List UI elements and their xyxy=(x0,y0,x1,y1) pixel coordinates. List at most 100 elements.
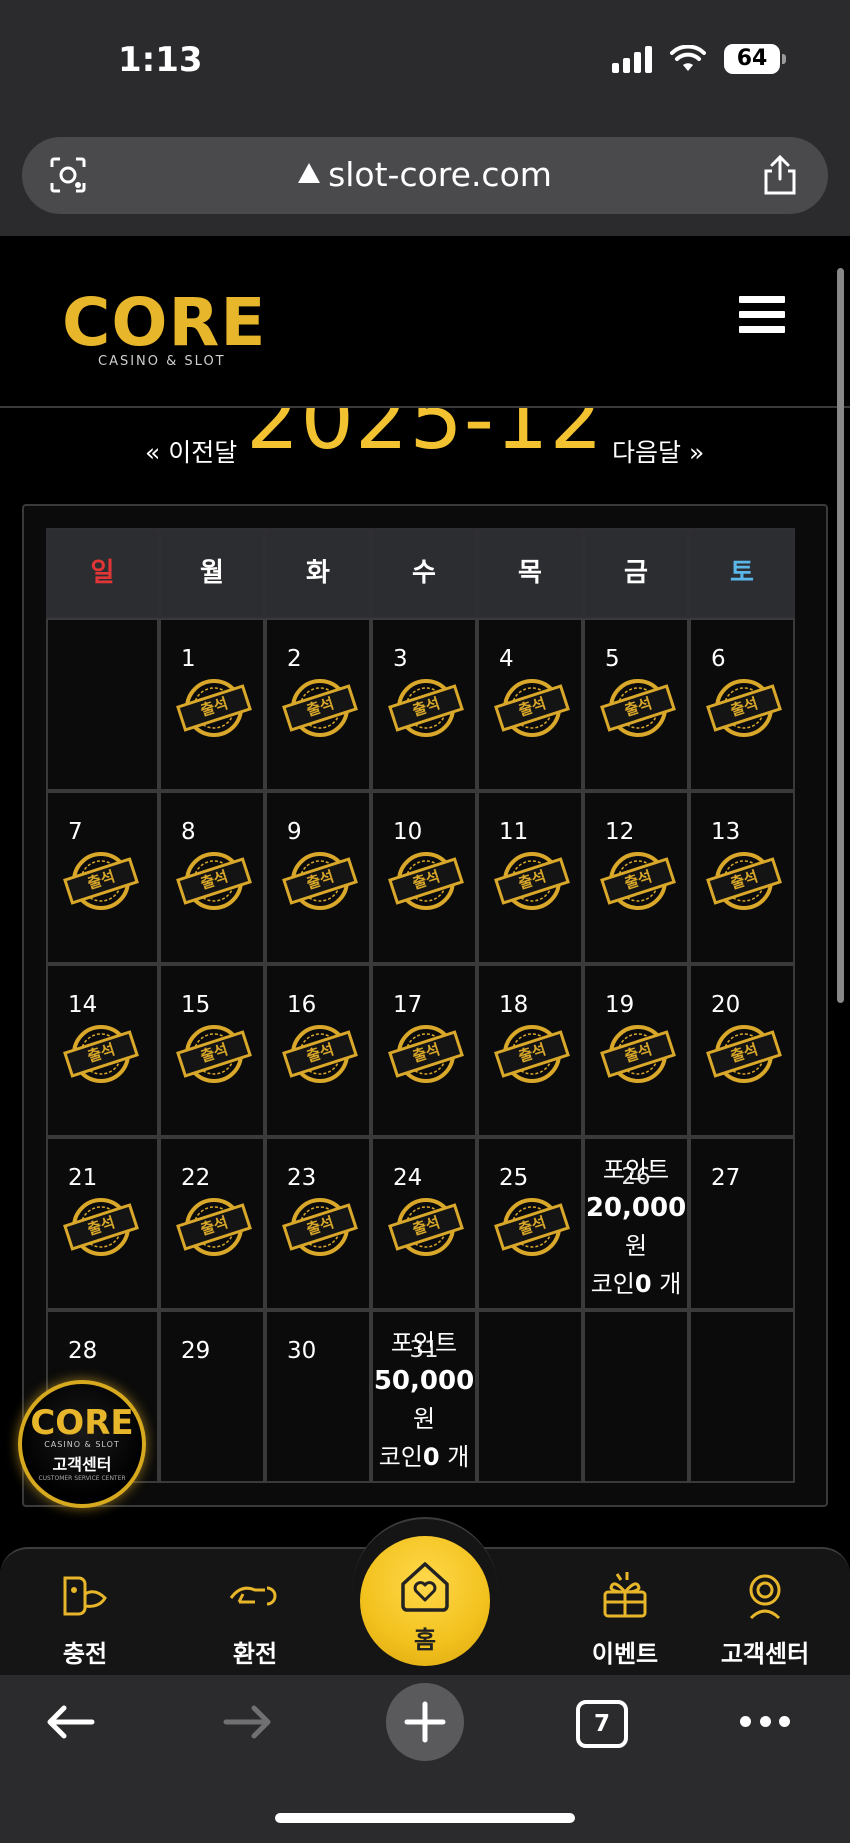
day-number: 20 xyxy=(711,992,741,1018)
attendance-stamp: 출석 xyxy=(282,1193,358,1259)
day-number: 8 xyxy=(181,819,196,845)
floating-customer-center-button[interactable]: CORE CASINO & SLOT 고객센터 CUSTOMER SERVICE… xyxy=(18,1380,146,1508)
calendar-day-cell[interactable]: 5 출석 xyxy=(583,618,689,791)
points-amount: 50,000 xyxy=(373,1366,475,1396)
more-options-icon[interactable] xyxy=(740,1716,790,1728)
attendance-stamp: 출석 xyxy=(600,847,676,913)
calendar-day-cell[interactable]: 30 xyxy=(265,1310,371,1483)
attendance-stamp: 출석 xyxy=(706,847,782,913)
calendar-day-cell[interactable]: 21 출석 xyxy=(46,1137,159,1310)
calendar-day-cell[interactable]: 15 출석 xyxy=(159,964,265,1137)
calendar-day-cell[interactable]: 6 출석 xyxy=(689,618,795,791)
calendar-day-cell[interactable]: 22 출석 xyxy=(159,1137,265,1310)
calendar-day-cell xyxy=(46,618,159,791)
attendance-stamp: 출석 xyxy=(388,1193,464,1259)
core-logo[interactable]: CORE CASINO & SLOT xyxy=(62,284,267,370)
day-number: 30 xyxy=(287,1338,317,1364)
calendar-day-cell xyxy=(689,1310,795,1483)
calendar-day-cell[interactable]: 16 출석 xyxy=(265,964,371,1137)
day-number: 3 xyxy=(393,646,408,672)
calendar-day-cell[interactable]: 8 출석 xyxy=(159,791,265,964)
tab-event[interactable]: 이벤트 xyxy=(560,1568,690,1669)
status-icons: 64 xyxy=(612,44,786,74)
new-tab-button[interactable] xyxy=(386,1683,464,1761)
calendar-day-cell[interactable]: 13 출석 xyxy=(689,791,795,964)
attendance-stamp: 출석 xyxy=(494,674,570,740)
day-number: 25 xyxy=(499,1165,529,1191)
attendance-stamp: 출석 xyxy=(176,1020,252,1086)
url-display[interactable]: slot-core.com xyxy=(22,155,828,194)
back-arrow-icon[interactable] xyxy=(42,1700,98,1744)
fc-tiny-text: CUSTOMER SERVICE CENTER xyxy=(38,1475,126,1482)
attendance-stamp: 출석 xyxy=(388,674,464,740)
calendar-day-cell[interactable]: 4 출석 xyxy=(477,618,583,791)
day-number: 29 xyxy=(181,1338,211,1364)
weekday-header: 화 xyxy=(265,528,371,618)
calendar-day-cell[interactable]: 9 출석 xyxy=(265,791,371,964)
address-bar[interactable]: slot-core.com xyxy=(22,137,828,214)
calendar-day-cell[interactable]: 24 출석 xyxy=(371,1137,477,1310)
tab-support[interactable]: 고객센터 xyxy=(700,1568,830,1669)
day-number: 5 xyxy=(605,646,620,672)
calendar-day-cell[interactable]: 11 출석 xyxy=(477,791,583,964)
forward-arrow-icon[interactable] xyxy=(220,1700,276,1744)
tab-deposit[interactable]: 충전 xyxy=(20,1568,150,1669)
points-unit: 원 xyxy=(624,1232,648,1260)
hamburger-menu-icon[interactable] xyxy=(739,296,785,334)
attendance-calendar: 일월화수목금토 1 출석 2 출석 3 출석 4 출석 5 출석 6 출석 7 … xyxy=(46,528,804,1483)
point-reward: 포인트 20,000 원 코인0 개 xyxy=(585,1151,687,1303)
calendar-day-cell[interactable]: 20 출석 xyxy=(689,964,795,1137)
calendar-day-cell[interactable]: 1 출석 xyxy=(159,618,265,791)
calendar-day-cell[interactable]: 29 xyxy=(159,1310,265,1483)
day-number: 6 xyxy=(711,646,726,672)
calendar-day-cell[interactable]: 17 출석 xyxy=(371,964,477,1137)
points-label: 포인트 xyxy=(602,1156,670,1184)
fc-label: 고객센터 xyxy=(52,1455,112,1474)
attendance-stamp: 출석 xyxy=(63,847,139,913)
tab-deposit-label: 충전 xyxy=(62,1640,108,1668)
calendar-day-cell[interactable]: 3 출석 xyxy=(371,618,477,791)
calendar-week-row: 21 출석 22 출석 23 출석 24 출석 25 출석 26 포인트 20,… xyxy=(46,1137,804,1310)
calendar-day-cell xyxy=(583,1310,689,1483)
calendar-day-cell[interactable]: 2 출석 xyxy=(265,618,371,791)
calendar-day-cell[interactable]: 14 출석 xyxy=(46,964,159,1137)
tab-home[interactable]: 홈 xyxy=(360,1536,490,1666)
day-number: 9 xyxy=(287,819,302,845)
calendar-day-cell[interactable]: 12 출석 xyxy=(583,791,689,964)
weekday-header: 금 xyxy=(583,528,689,618)
page-scrollbar[interactable] xyxy=(837,268,844,1003)
calendar-day-cell[interactable]: 19 출석 xyxy=(583,964,689,1137)
weekday-header: 일 xyxy=(46,528,159,618)
day-number: 1 xyxy=(181,646,196,672)
calendar-day-cell[interactable]: 27 xyxy=(689,1137,795,1310)
calendar-day-cell[interactable]: 25 출석 xyxy=(477,1137,583,1310)
calendar-day-cell[interactable]: 18 출석 xyxy=(477,964,583,1137)
attendance-stamp: 출석 xyxy=(706,674,782,740)
month-navigation: « 이전달 2025-12 다음달 » xyxy=(0,408,850,478)
tab-withdraw[interactable]: 환전 xyxy=(190,1568,320,1669)
calendar-day-cell[interactable]: 10 출석 xyxy=(371,791,477,964)
calendar-day-cell[interactable]: 31 포인트 50,000 원 코인0 개 xyxy=(371,1310,477,1483)
day-number: 28 xyxy=(68,1338,98,1364)
cellular-signal-icon xyxy=(612,45,652,73)
day-number: 23 xyxy=(287,1165,317,1191)
day-number: 18 xyxy=(499,992,529,1018)
calendar-day-cell[interactable]: 7 출석 xyxy=(46,791,159,964)
tab-switcher-button[interactable]: 7 xyxy=(576,1700,628,1748)
next-month-link[interactable]: 다음달 » xyxy=(612,433,704,469)
logo-wordmark: CORE xyxy=(62,284,267,361)
day-number: 11 xyxy=(499,819,529,845)
attendance-stamp: 출석 xyxy=(282,1020,358,1086)
day-number: 19 xyxy=(605,992,635,1018)
calendar-day-cell[interactable]: 23 출석 xyxy=(265,1137,371,1310)
home-heart-icon xyxy=(401,1562,449,1612)
attendance-stamp: 출석 xyxy=(494,1193,570,1259)
calendar-day-cell[interactable]: 26 포인트 20,000 원 코인0 개 xyxy=(583,1137,689,1310)
share-icon[interactable] xyxy=(760,153,800,197)
attendance-stamp: 출석 xyxy=(494,847,570,913)
day-number: 7 xyxy=(68,819,83,845)
coin-count: 코인0 개 xyxy=(590,1270,682,1298)
points-amount: 20,000 xyxy=(585,1193,687,1223)
home-indicator[interactable] xyxy=(275,1813,575,1823)
deposit-icon xyxy=(63,1576,107,1616)
